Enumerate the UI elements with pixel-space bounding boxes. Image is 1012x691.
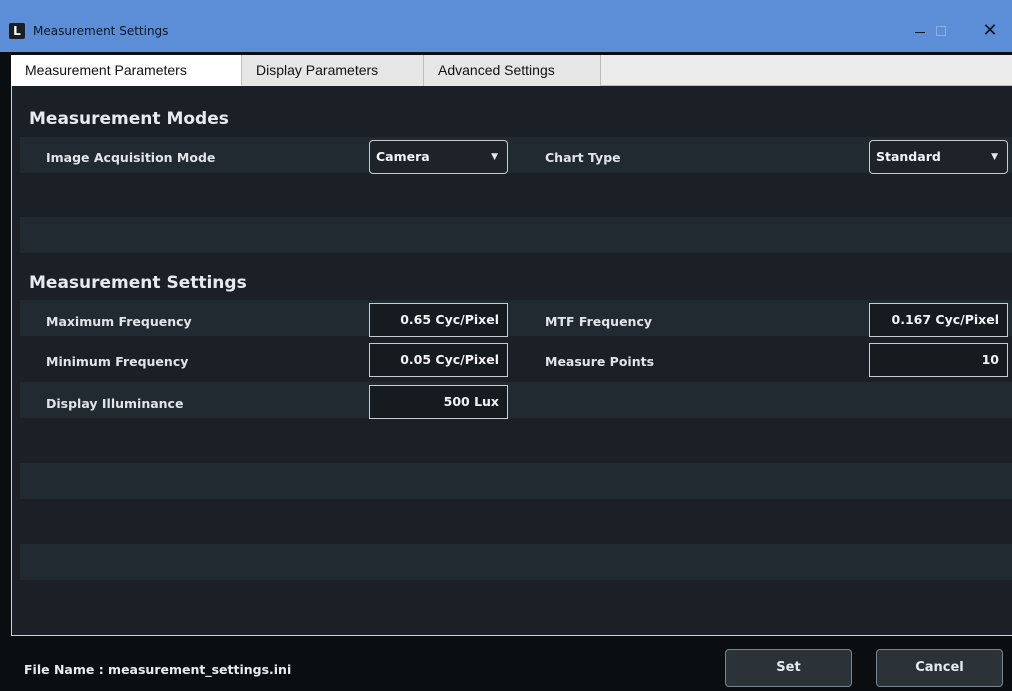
measure-points-input[interactable]: 10 [869, 343, 1008, 377]
cancel-button[interactable]: Cancel [876, 649, 1003, 687]
window-title: Measurement Settings [33, 24, 169, 38]
label-image-acquisition-mode: Image Acquisition Mode [46, 150, 216, 165]
chart-type-value: Standard [876, 149, 941, 164]
display-illuminance-input[interactable]: 500 Lux [369, 385, 508, 419]
mtf-frequency-input[interactable]: 0.167 Cyc/Pixel [869, 303, 1008, 337]
tab-measurement-parameters[interactable]: Measurement Parameters [11, 55, 242, 86]
chevron-down-icon: ▼ [491, 152, 498, 162]
label-mtf-frequency: MTF Frequency [545, 314, 653, 329]
tab-display-parameters[interactable]: Display Parameters [242, 55, 424, 86]
row-band [20, 463, 1012, 499]
maximize-button[interactable] [920, 14, 964, 48]
label-measure-points: Measure Points [545, 354, 655, 369]
title-bar[interactable]: L Measurement Settings ✕ [0, 0, 1012, 52]
section-title-modes: Measurement Modes [29, 109, 229, 129]
section-title-settings: Measurement Settings [29, 273, 247, 293]
image-acquisition-select[interactable]: Camera ▼ [369, 140, 508, 174]
tab-strip: Measurement Parameters Display Parameter… [11, 55, 1012, 86]
chevron-down-icon: ▼ [991, 152, 998, 162]
chart-type-select[interactable]: Standard ▼ [869, 140, 1008, 174]
maximum-frequency-input[interactable]: 0.65 Cyc/Pixel [369, 303, 508, 337]
close-icon: ✕ [982, 20, 998, 41]
row-band [20, 503, 1012, 539]
maximize-icon [936, 26, 946, 36]
row-band [20, 422, 1012, 458]
label-minimum-frequency: Minimum Frequency [46, 354, 189, 369]
settings-window: L Measurement Settings ✕ Measurement Par… [0, 0, 1012, 691]
close-button[interactable]: ✕ [968, 14, 1012, 48]
label-maximum-frequency: Maximum Frequency [46, 314, 192, 329]
row-band [20, 217, 1012, 253]
tab-advanced-settings[interactable]: Advanced Settings [424, 55, 601, 86]
row-band [20, 176, 1012, 212]
image-acquisition-value: Camera [376, 149, 430, 164]
label-display-illuminance: Display Illuminance [46, 396, 184, 411]
set-button[interactable]: Set [725, 649, 852, 687]
row-band [20, 584, 1012, 620]
row-band [20, 544, 1012, 580]
file-name-label: File Name : measurement_settings.ini [24, 662, 292, 677]
minimum-frequency-input[interactable]: 0.05 Cyc/Pixel [369, 343, 508, 377]
label-chart-type: Chart Type [545, 150, 621, 165]
app-logo-icon: L [9, 23, 25, 39]
